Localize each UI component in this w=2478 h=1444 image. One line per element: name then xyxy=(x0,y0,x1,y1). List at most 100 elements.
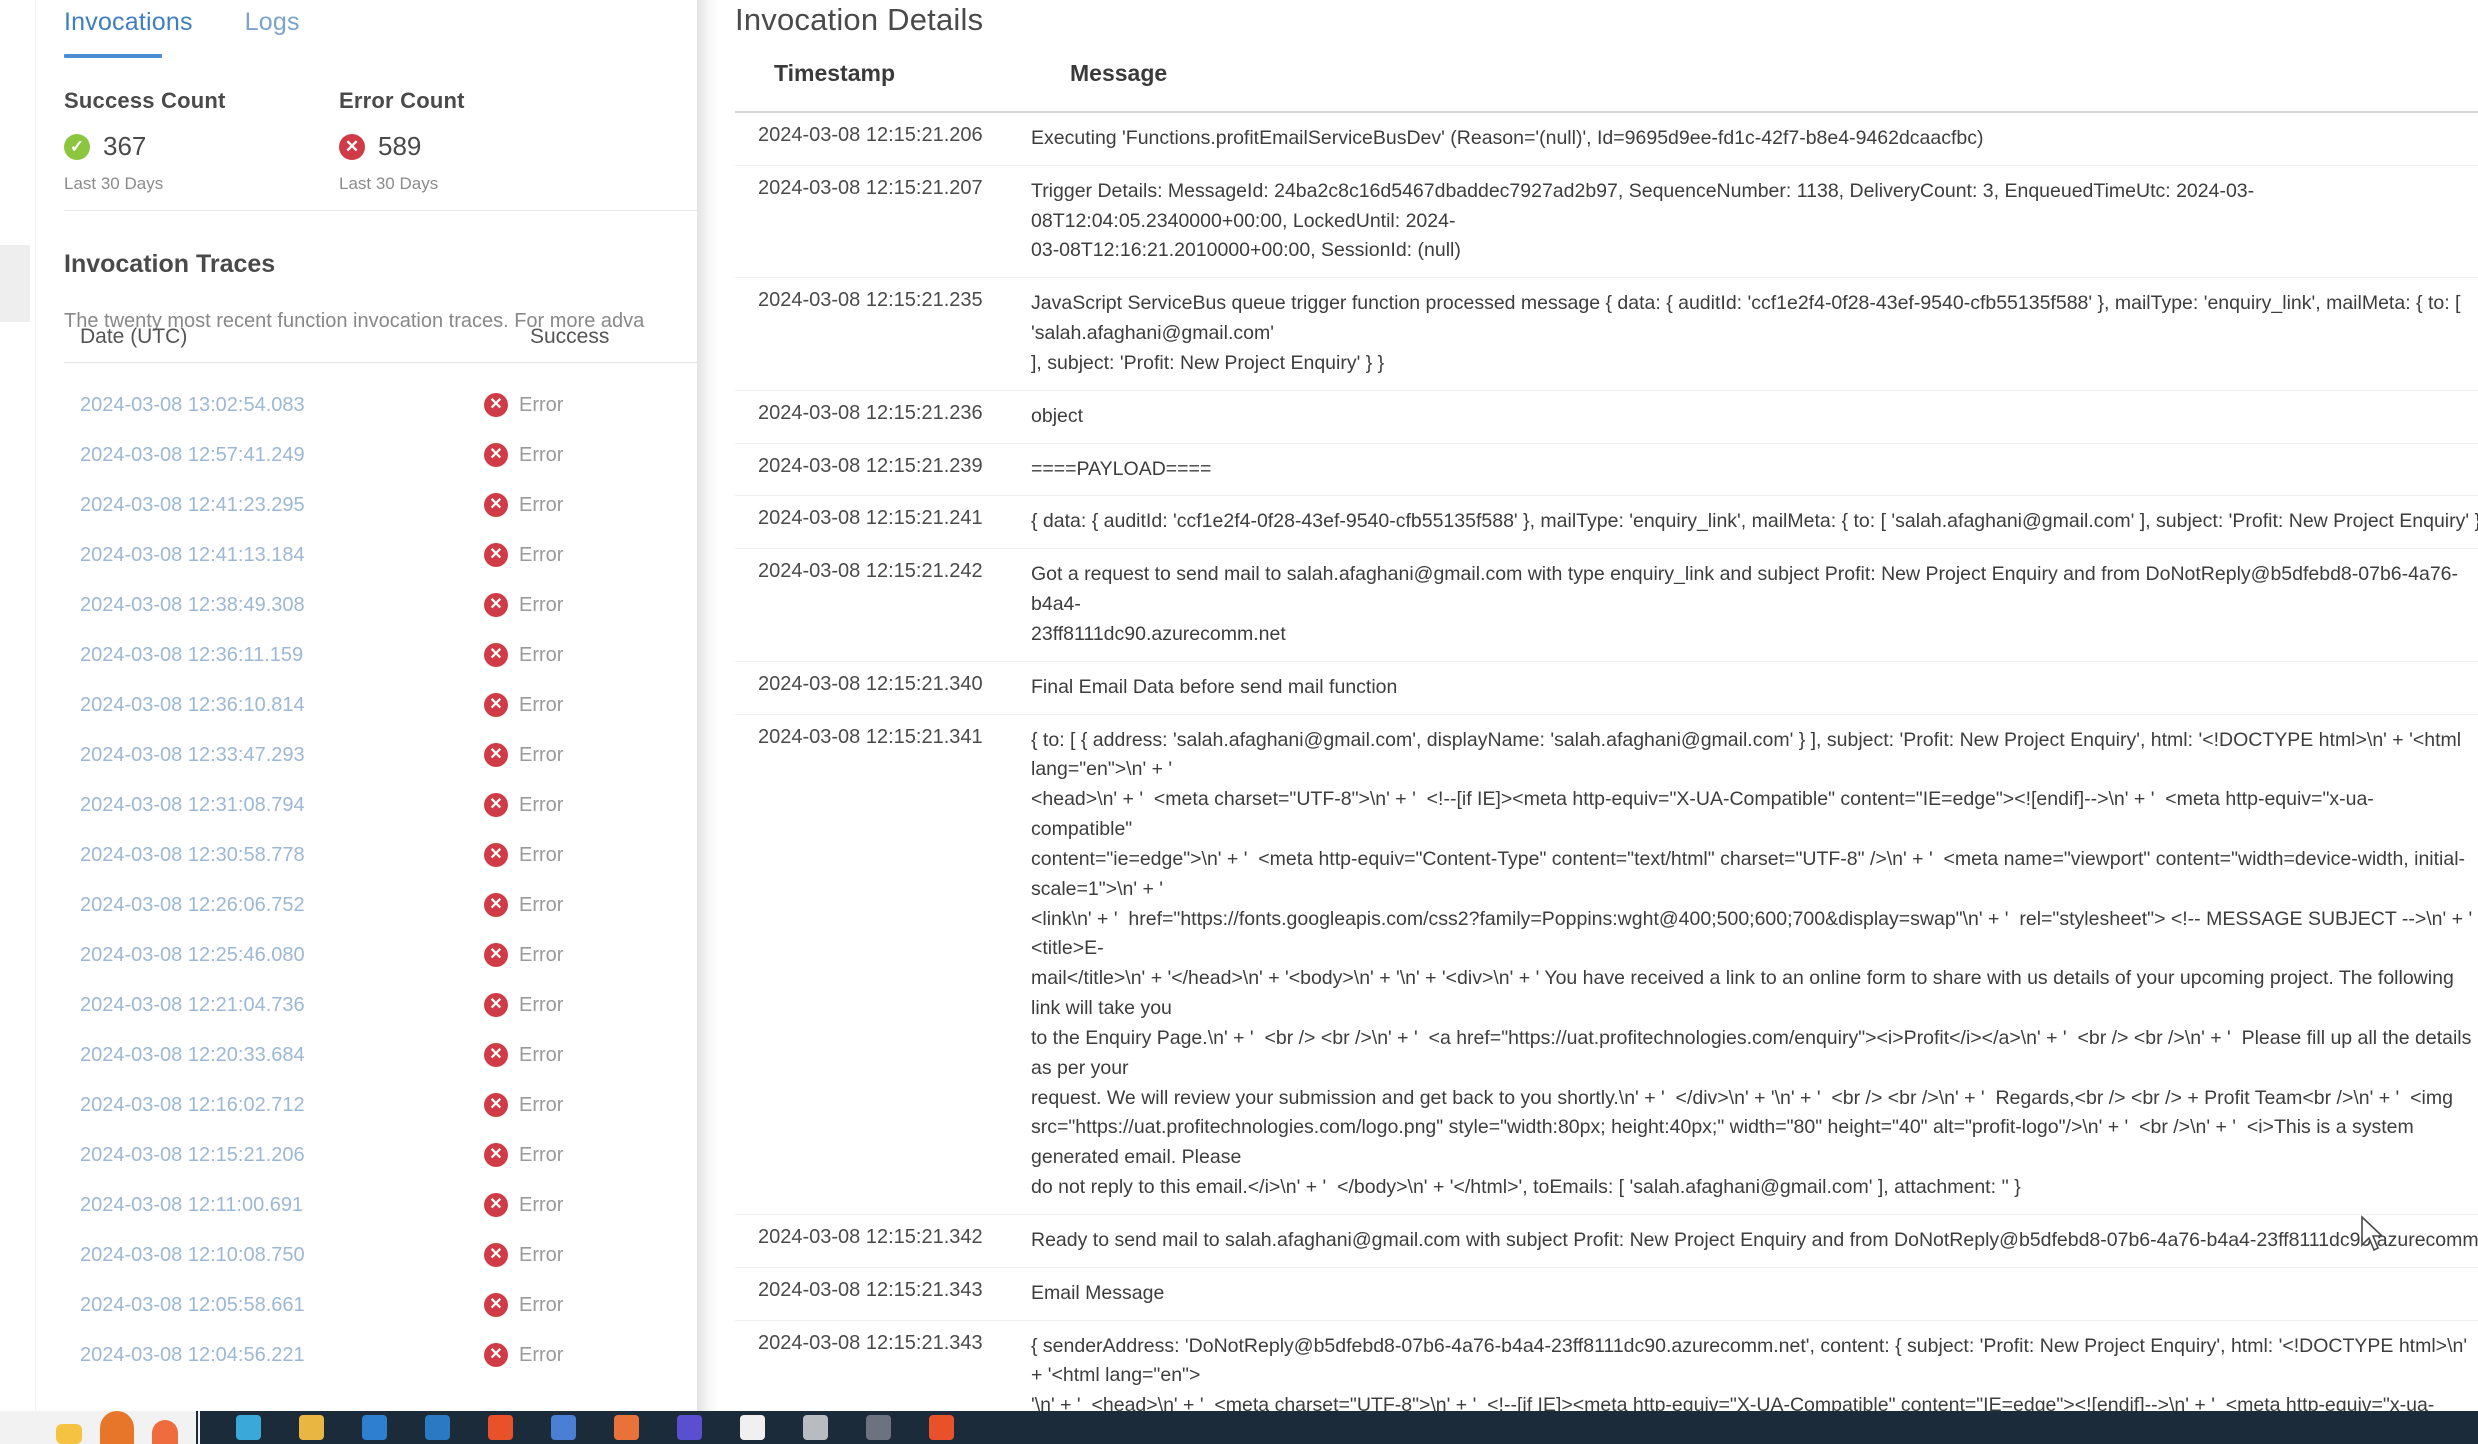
trace-date[interactable]: 2024-03-08 12:16:02.712 xyxy=(64,1094,434,1117)
trace-date[interactable]: 2024-03-08 12:25:46.080 xyxy=(64,944,434,967)
vlc-icon[interactable] xyxy=(488,1415,513,1440)
invocations-left-panel: Invocations Logs Success Count ✓ 367 Las… xyxy=(0,0,697,1411)
details-row-message: ====PAYLOAD==== xyxy=(1031,457,1212,480)
traces-column-date[interactable]: Date (UTC) xyxy=(80,325,187,349)
trace-row[interactable]: 2024-03-08 12:20:33.684 ✕ Error xyxy=(64,1030,697,1080)
trace-status: ✕ Error xyxy=(434,993,563,1017)
terminal-icon[interactable] xyxy=(803,1415,828,1440)
details-row[interactable]: 2024-03-08 12:15:21.342 Ready to send mai… xyxy=(735,1215,2478,1268)
trace-status-label: Error xyxy=(519,1043,564,1066)
trace-status-label: Error xyxy=(519,1343,564,1366)
edge-icon[interactable] xyxy=(236,1415,261,1440)
notes-icon[interactable] xyxy=(866,1415,891,1440)
trace-row[interactable]: 2024-03-08 12:36:11.159 ✕ Error xyxy=(64,630,697,680)
details-row[interactable]: 2024-03-08 12:15:21.341 { to: [ { address… xyxy=(735,715,2478,1215)
error-circle-icon: ✕ xyxy=(484,743,508,767)
trace-date[interactable]: 2024-03-08 12:26:06.752 xyxy=(64,894,434,917)
error-circle-icon: ✕ xyxy=(484,1293,508,1317)
trace-date[interactable]: 2024-03-08 12:10:08.750 xyxy=(64,1244,434,1267)
taskbar-orange-icon-1[interactable] xyxy=(100,1411,134,1444)
trace-status: ✕ Error xyxy=(434,1343,563,1367)
trace-date[interactable]: 2024-03-08 12:36:11.159 xyxy=(64,644,434,667)
paint-icon[interactable] xyxy=(614,1415,639,1440)
details-row-message: object xyxy=(1031,404,1084,427)
details-row[interactable]: 2024-03-08 12:15:21.236 object xyxy=(735,391,2478,444)
trace-date[interactable]: 2024-03-08 12:21:04.736 xyxy=(64,994,434,1017)
column-header-message[interactable]: Message xyxy=(1070,60,1167,87)
trace-row[interactable]: 2024-03-08 12:41:13.184 ✕ Error xyxy=(64,530,697,580)
left-edge-scroll-block[interactable] xyxy=(0,245,30,322)
trace-row[interactable]: 2024-03-08 12:11:00.691 ✕ Error xyxy=(64,1180,697,1230)
trace-row[interactable]: 2024-03-08 12:21:04.736 ✕ Error xyxy=(64,980,697,1030)
trace-row[interactable]: 2024-03-08 13:02:54.083 ✕ Error xyxy=(64,380,697,430)
store-icon[interactable] xyxy=(362,1415,387,1440)
traces-column-success[interactable]: Success xyxy=(530,325,609,349)
details-row[interactable]: 2024-03-08 12:15:21.343 Email Message xyxy=(735,1268,2478,1321)
taskbar-orange-icon-2[interactable] xyxy=(152,1420,178,1444)
details-table-body: 2024-03-08 12:15:21.206 Executing 'Functi… xyxy=(735,113,2478,1411)
details-row[interactable]: 2024-03-08 12:15:21.235 JavaScript Servic… xyxy=(735,278,2478,391)
trace-date[interactable]: 2024-03-08 12:04:56.221 xyxy=(64,1344,434,1367)
trace-row[interactable]: 2024-03-08 12:30:58.778 ✕ Error xyxy=(64,830,697,880)
details-row[interactable]: 2024-03-08 12:15:21.207 Trigger Details: … xyxy=(735,166,2478,279)
details-row-message: Trigger Details: MessageId: 24ba2c8c16d5… xyxy=(1031,179,2255,262)
error-circle-icon: ✕ xyxy=(484,1143,508,1167)
panel-tabs: Invocations Logs xyxy=(64,8,300,51)
trace-row[interactable]: 2024-03-08 12:15:21.206 ✕ Error xyxy=(64,1130,697,1180)
file-explorer-icon[interactable] xyxy=(299,1415,324,1440)
details-row[interactable]: 2024-03-08 12:15:21.206 Executing 'Functi… xyxy=(735,113,2478,166)
taskbar-icon-strip xyxy=(210,1411,954,1444)
trace-row[interactable]: 2024-03-08 12:41:23.295 ✕ Error xyxy=(64,480,697,530)
trace-date[interactable]: 2024-03-08 12:15:21.206 xyxy=(64,1144,434,1167)
trace-row[interactable]: 2024-03-08 12:16:02.712 ✕ Error xyxy=(64,1080,697,1130)
trace-row[interactable]: 2024-03-08 12:36:10.814 ✕ Error xyxy=(64,680,697,730)
trace-status: ✕ Error xyxy=(434,1043,563,1067)
details-row[interactable]: 2024-03-08 12:15:21.242 Got a request to … xyxy=(735,549,2478,662)
details-row[interactable]: 2024-03-08 12:15:21.241 { data: { auditId… xyxy=(735,496,2478,550)
vscode-icon[interactable] xyxy=(677,1415,702,1440)
trace-date[interactable]: 2024-03-08 12:33:47.293 xyxy=(64,744,434,767)
column-header-timestamp[interactable]: Timestamp xyxy=(774,60,895,87)
trace-row[interactable]: 2024-03-08 12:33:47.293 ✕ Error xyxy=(64,730,697,780)
error-circle-icon: ✕ xyxy=(484,693,508,717)
trace-date[interactable]: 2024-03-08 13:02:54.083 xyxy=(64,394,434,417)
trace-date[interactable]: 2024-03-08 12:36:10.814 xyxy=(64,694,434,717)
trace-date[interactable]: 2024-03-08 12:41:23.295 xyxy=(64,494,434,517)
check-circle-icon: ✓ xyxy=(64,133,90,160)
ghost-icon[interactable] xyxy=(740,1415,765,1440)
details-row-timestamp: 2024-03-08 12:15:21.242 xyxy=(758,560,983,583)
details-row[interactable]: 2024-03-08 12:15:21.340 Final Email Data … xyxy=(735,662,2478,715)
trace-status: ✕ Error xyxy=(434,1243,563,1267)
tab-invocations[interactable]: Invocations xyxy=(64,8,193,51)
trace-row[interactable]: 2024-03-08 12:57:41.249 ✕ Error xyxy=(64,430,697,480)
trace-status: ✕ Error xyxy=(434,543,563,567)
trace-row[interactable]: 2024-03-08 12:10:08.750 ✕ Error xyxy=(64,1230,697,1280)
postman-icon[interactable] xyxy=(929,1415,954,1440)
trace-date[interactable]: 2024-03-08 12:31:08.794 xyxy=(64,794,434,817)
teams-icon[interactable] xyxy=(551,1415,576,1440)
details-row[interactable]: 2024-03-08 12:15:21.343 { senderAddress: … xyxy=(735,1321,2478,1412)
taskbar-window-preview[interactable] xyxy=(0,1411,200,1444)
trace-date[interactable]: 2024-03-08 12:30:58.778 xyxy=(64,844,434,867)
kpi-row: Success Count ✓ 367 Last 30 Days Error C… xyxy=(64,88,614,194)
trace-row[interactable]: 2024-03-08 12:05:58.661 ✕ Error xyxy=(64,1280,697,1330)
outlook-icon[interactable] xyxy=(425,1415,450,1440)
trace-date[interactable]: 2024-03-08 12:05:58.661 xyxy=(64,1294,434,1317)
error-circle-icon: ✕ xyxy=(484,593,508,617)
trace-row[interactable]: 2024-03-08 12:31:08.794 ✕ Error xyxy=(64,780,697,830)
trace-row[interactable]: 2024-03-08 12:25:46.080 ✕ Error xyxy=(64,930,697,980)
details-row[interactable]: 2024-03-08 12:15:21.239 ====PAYLOAD==== xyxy=(735,444,2478,497)
taskbar-yellow-icon[interactable] xyxy=(56,1424,82,1444)
trace-status-label: Error xyxy=(519,643,564,666)
trace-status-label: Error xyxy=(519,943,564,966)
trace-date[interactable]: 2024-03-08 12:57:41.249 xyxy=(64,444,434,467)
trace-date[interactable]: 2024-03-08 12:20:33.684 xyxy=(64,1044,434,1067)
trace-date[interactable]: 2024-03-08 12:41:13.184 xyxy=(64,544,434,567)
trace-row[interactable]: 2024-03-08 12:38:49.308 ✕ Error xyxy=(64,580,697,630)
tab-logs[interactable]: Logs xyxy=(245,8,300,51)
trace-row[interactable]: 2024-03-08 12:04:56.221 ✕ Error xyxy=(64,1330,697,1380)
trace-row[interactable]: 2024-03-08 12:26:06.752 ✕ Error xyxy=(64,880,697,930)
trace-status: ✕ Error xyxy=(434,1293,563,1317)
trace-date[interactable]: 2024-03-08 12:11:00.691 xyxy=(64,1194,434,1217)
trace-date[interactable]: 2024-03-08 12:38:49.308 xyxy=(64,594,434,617)
